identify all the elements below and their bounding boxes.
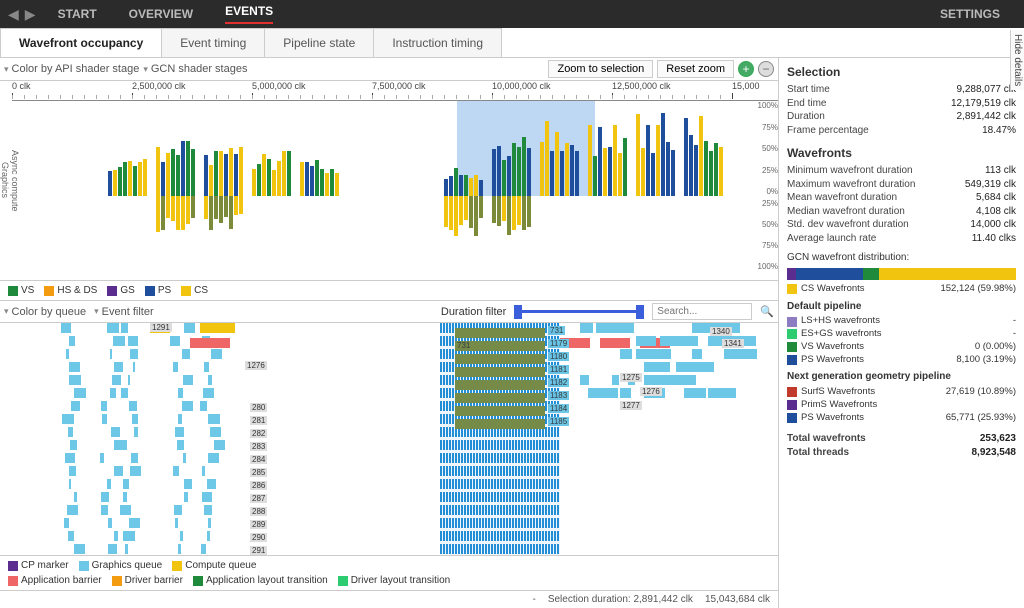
tab-pipeline[interactable]: Pipeline state <box>264 28 373 57</box>
hide-details-button[interactable]: Hide details <box>1010 30 1024 90</box>
nav-back[interactable]: ◀ <box>8 6 19 23</box>
zoom-selection-button[interactable]: Zoom to selection <box>548 60 653 78</box>
chevron-down-icon: ▾ <box>4 64 9 75</box>
top-start[interactable]: START <box>58 7 97 21</box>
nav-fwd[interactable]: ▶ <box>25 6 36 23</box>
top-overview[interactable]: OVERVIEW <box>129 7 193 21</box>
search-input[interactable] <box>652 303 752 320</box>
zoom-out-button[interactable]: − <box>758 61 774 77</box>
top-settings[interactable]: SETTINGS <box>940 7 1000 21</box>
distribution-bar <box>787 268 1016 280</box>
duration-slider[interactable] <box>514 310 644 313</box>
zoom-in-button[interactable]: + <box>738 61 754 77</box>
dd-eventfilter[interactable]: ▾Event filter <box>94 306 154 318</box>
dd-colorqueue[interactable]: ▾Color by queue <box>4 306 86 318</box>
top-events[interactable]: EVENTS <box>225 4 273 24</box>
queue-legend: CP marker Graphics queue Compute queue <box>0 555 778 575</box>
tab-timing[interactable]: Event timing <box>161 28 264 57</box>
reset-zoom-button[interactable]: Reset zoom <box>657 60 734 78</box>
tab-instr[interactable]: Instruction timing <box>373 28 502 57</box>
dd-gcn[interactable]: ▾GCN shader stages <box>143 63 247 75</box>
status-bar: - Selection duration: 2,891,442 clk 15,0… <box>0 590 778 608</box>
occupancy-chart[interactable]: Graphics Async compute 0 clk2,500,000 cl… <box>0 81 778 281</box>
shader-legend: VS HS & DS GS PS CS <box>0 281 778 301</box>
duration-filter-label: Duration filter <box>441 306 506 318</box>
events-timeline[interactable]: 7311179118011811182118311841185731129112… <box>0 323 778 555</box>
dd-colorby[interactable]: ▾Color by API shader stage <box>4 63 139 75</box>
chevron-down-icon: ▾ <box>143 64 148 75</box>
tab-occupancy[interactable]: Wavefront occupancy <box>0 28 161 57</box>
details-panel: Selection Start time9,288,077 clk End ti… <box>779 58 1024 608</box>
search-icon[interactable]: 🔍 <box>760 305 774 318</box>
